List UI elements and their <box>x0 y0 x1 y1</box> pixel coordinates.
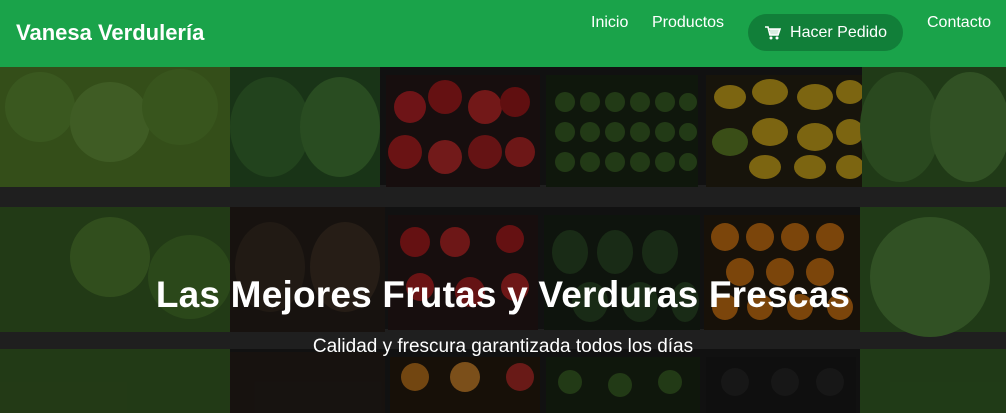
top-navbar: Vanesa Verdulería Inicio Productos Hacer… <box>0 0 1006 67</box>
brand-logo-text[interactable]: Vanesa Verdulería <box>16 20 204 46</box>
hero-dark-overlay <box>0 67 1006 413</box>
nav-link-inicio[interactable]: Inicio <box>591 14 628 32</box>
hacer-pedido-label: Hacer Pedido <box>790 23 887 41</box>
nav-link-contacto[interactable]: Contacto <box>927 14 991 32</box>
nav-link-productos[interactable]: Productos <box>652 14 724 32</box>
hero-subtitle: Calidad y frescura garantizada todos los… <box>312 336 694 357</box>
hero-banner: Las Mejores Frutas y Verduras Frescas Ca… <box>0 67 1006 413</box>
hero-title: Las Mejores Frutas y Verduras Frescas <box>155 274 851 315</box>
hacer-pedido-button[interactable]: Hacer Pedido <box>748 14 903 51</box>
cart-icon <box>764 25 782 41</box>
